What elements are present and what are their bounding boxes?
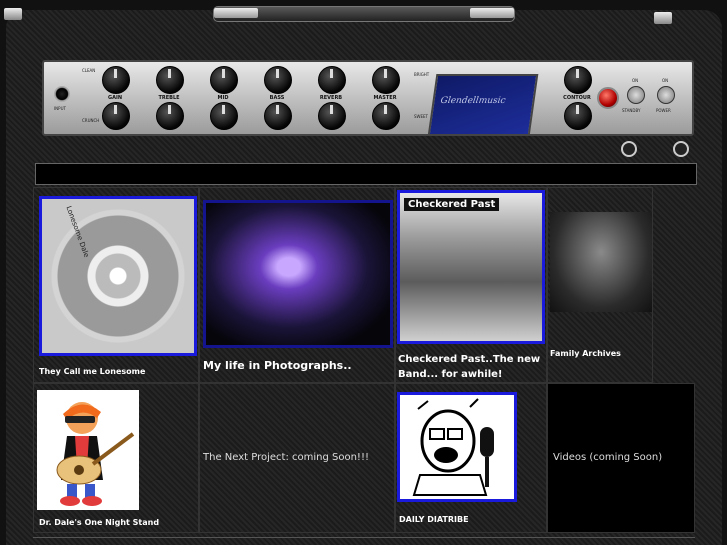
standby-on-label: ON [632, 78, 639, 83]
contour-knob-top[interactable] [564, 66, 592, 94]
standby-switch[interactable] [627, 86, 645, 104]
tile-caption[interactable]: The Next Project: coming Soon!!! [203, 452, 369, 463]
master-knob-top[interactable] [372, 66, 400, 94]
reverb-label: REVERB [319, 95, 343, 101]
crunch-label: CRUNCH [82, 118, 100, 123]
band-photo[interactable]: Checkered Past [397, 190, 545, 344]
reverb-knob-bottom[interactable] [318, 102, 346, 130]
sweet-label: SWEET [414, 114, 428, 119]
tile-daily-diatribe[interactable]: DAILY DIATRIBE [395, 383, 547, 533]
gain-knob-bottom[interactable] [102, 102, 130, 130]
content-grid: Lonesome Dale They Call me Lonesome My l… [33, 187, 695, 533]
cabinet-screw [673, 141, 689, 157]
treble-knob-top[interactable] [156, 66, 184, 94]
mid-knob-top[interactable] [210, 66, 238, 94]
tile-caption[interactable]: Checkered Past..The new Band... for awhi… [398, 352, 546, 382]
brand-logo: Glendellmusic [427, 74, 539, 136]
tile-caption[interactable]: Videos (coming Soon) [553, 452, 662, 463]
tile-caption[interactable]: Dr. Dale's One Night Stand [39, 518, 159, 527]
cabinet-screw [621, 141, 637, 157]
guitar-player-icon [56, 402, 135, 506]
mid-knob-bottom[interactable] [210, 102, 238, 130]
clean-label: CLEAN [82, 68, 96, 73]
gain-label: GAIN [107, 95, 123, 101]
tile-family-archives[interactable]: Family Archives [547, 187, 653, 383]
tile-caption[interactable]: They Call me Lonesome [39, 367, 145, 376]
bass-knob-top[interactable] [264, 66, 292, 94]
tile-checkered-past[interactable]: Checkered Past Checkered Past..The new B… [395, 187, 547, 383]
corner-protector [654, 12, 672, 24]
treble-knob-bottom[interactable] [156, 102, 184, 130]
contour-label: CONTOUR [563, 95, 591, 101]
control-panel: INPUT CLEAN CRUNCH GAIN TREBLE MID BASS … [42, 60, 694, 136]
input-jack [54, 86, 70, 102]
mid-label: MID [217, 95, 229, 101]
power-on-label: ON [662, 78, 669, 83]
tile-next-project[interactable]: The Next Project: coming Soon!!! [199, 383, 395, 533]
amplifier-background: INPUT CLEAN CRUNCH GAIN TREBLE MID BASS … [0, 0, 727, 545]
cd-label-text: Lonesome Dale [64, 205, 91, 259]
amp-handle [213, 6, 515, 22]
contour-knob-bottom[interactable] [564, 102, 592, 130]
bass-knob-bottom[interactable] [264, 102, 292, 130]
corner-protector [4, 8, 22, 20]
tile-dr-dales-one-night-stand[interactable]: Dr. Dale's One Night Stand [33, 383, 199, 533]
family-photo[interactable] [550, 212, 652, 312]
standby-label: STANDBY [622, 108, 641, 113]
power-switch[interactable] [657, 86, 675, 104]
tile-my-life-in-photographs[interactable]: My life in Photographs.. [199, 187, 395, 383]
treble-label: TREBLE [158, 95, 180, 101]
master-label: MASTER [373, 95, 397, 101]
bass-label: BASS [269, 95, 285, 101]
tile-caption[interactable]: DAILY DIATRIBE [399, 515, 469, 524]
diatribe-cartoon-image[interactable] [397, 392, 517, 502]
header-bar [35, 163, 697, 185]
power-label: POWER [656, 108, 671, 113]
guitar-cartoon-image[interactable] [37, 390, 139, 510]
reverb-knob-top[interactable] [318, 66, 346, 94]
concert-photo[interactable] [203, 200, 393, 348]
master-knob-bottom[interactable] [372, 102, 400, 130]
input-label: INPUT [54, 106, 66, 111]
ranting-man-icon [412, 398, 494, 496]
cd-image[interactable]: Lonesome Dale [39, 196, 197, 356]
footer-bar [33, 537, 695, 542]
tile-videos[interactable]: Videos (coming Soon) [547, 383, 695, 533]
gain-knob-top[interactable] [102, 66, 130, 94]
bright-label: BRIGHT [414, 72, 430, 77]
brand-logo-text: Glendellmusic [439, 96, 507, 106]
tile-caption[interactable]: My life in Photographs.. [203, 359, 352, 372]
tile-caption[interactable]: Family Archives [550, 349, 621, 358]
band-photo-title: Checkered Past [404, 198, 500, 211]
power-lamp [597, 87, 619, 109]
tile-they-call-me-lonesome[interactable]: Lonesome Dale They Call me Lonesome [33, 187, 199, 383]
